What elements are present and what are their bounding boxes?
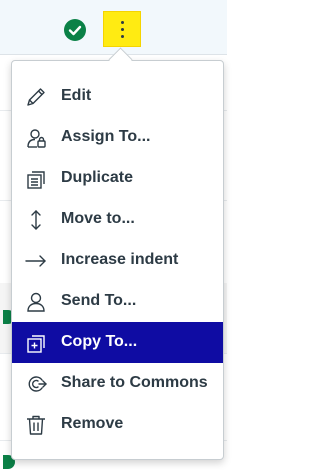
copy-to-icon	[25, 332, 47, 354]
options-menu: Edit Assign To... Duplicate Move to... I…	[11, 60, 224, 460]
menu-item-label: Assign To...	[61, 128, 151, 145]
menu-item-duplicate[interactable]: Duplicate	[12, 158, 223, 199]
kebab-dot	[121, 35, 124, 38]
indent-arrow-icon	[25, 250, 47, 272]
options-kebab-button[interactable]	[103, 11, 141, 47]
kebab-dot	[121, 21, 124, 24]
menu-item-edit[interactable]: Edit	[12, 76, 223, 117]
share-commons-icon	[25, 373, 47, 395]
kebab-dot	[121, 28, 124, 31]
assign-user-icon	[25, 127, 47, 149]
duplicate-icon	[25, 168, 47, 190]
menu-item-label: Share to Commons	[61, 374, 208, 391]
menu-item-increase-indent[interactable]: Increase indent	[12, 240, 223, 281]
menu-item-remove[interactable]: Remove	[12, 404, 223, 445]
menu-item-label: Increase indent	[61, 251, 179, 268]
menu-item-label: Move to...	[61, 210, 135, 227]
menu-item-share-to-commons[interactable]: Share to Commons	[12, 363, 223, 404]
published-check-icon[interactable]	[64, 19, 86, 41]
move-arrows-icon	[25, 209, 47, 231]
menu-item-label: Remove	[61, 415, 124, 432]
menu-item-move-to[interactable]: Move to...	[12, 199, 223, 240]
menu-item-label: Duplicate	[61, 169, 134, 186]
send-user-icon	[25, 291, 47, 313]
menu-item-label: Edit	[61, 87, 92, 104]
trash-icon	[25, 414, 47, 436]
pencil-icon	[25, 86, 47, 108]
menu-item-send-to[interactable]: Send To...	[12, 281, 223, 322]
menu-item-assign-to[interactable]: Assign To...	[12, 117, 223, 158]
menu-item-copy-to[interactable]: Copy To...	[12, 322, 223, 363]
menu-item-label: Send To...	[61, 292, 137, 309]
menu-item-label: Copy To...	[61, 333, 138, 350]
assignment-row-header	[0, 0, 227, 55]
